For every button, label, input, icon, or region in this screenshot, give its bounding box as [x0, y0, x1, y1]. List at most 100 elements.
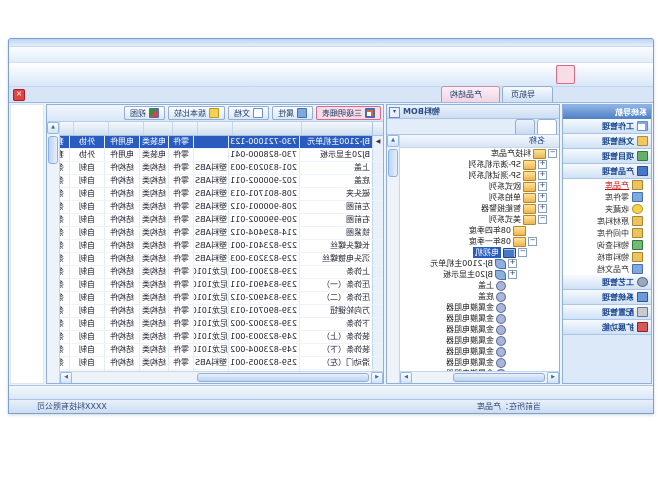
tree-node[interactable]: 电视机 — [400, 247, 559, 258]
expand-toggle-icon[interactable] — [538, 182, 547, 191]
tree-vertical-scrollbar[interactable]: ▲ — [387, 135, 400, 383]
table-row[interactable]: 万向轮键钮239-890701-013尼龙1010零件结构类结构件自制条 — [60, 305, 383, 318]
expand-toggle-icon[interactable] — [538, 171, 547, 180]
column-header[interactable] — [197, 122, 232, 135]
tree-node[interactable]: 金属膜电阻器 — [400, 346, 559, 357]
sidebar-entry[interactable]: 配置管理 — [563, 305, 651, 320]
scroll-left-icon[interactable]: ◀ — [371, 372, 383, 384]
scroll-up-icon[interactable]: ▲ — [47, 122, 59, 134]
globe-green-icon[interactable] — [579, 65, 598, 84]
table-row[interactable]: 上饰条239-823001-001尼龙1010零件结构类结构件自制条 — [60, 266, 383, 279]
menu-item[interactable] — [551, 54, 565, 56]
document-tab[interactable]: 产品结构 — [441, 86, 500, 102]
tree-node[interactable]: 科技产品库 — [400, 148, 559, 159]
sidebar-entry[interactable]: 中间件库 — [563, 227, 651, 239]
expand-toggle-icon[interactable] — [528, 237, 537, 246]
menu-item[interactable] — [567, 54, 581, 56]
table-row[interactable]: 装饰条（上）249-823003-001尼龙1010零件结构类结构件自制条 — [60, 331, 383, 344]
chevron-down-icon[interactable]: ▾ — [389, 107, 400, 118]
expand-toggle-icon[interactable] — [538, 160, 547, 169]
window-calendar-icon-3[interactable] — [464, 65, 483, 84]
table-hscroll-thumb[interactable] — [197, 373, 369, 382]
column-header[interactable] — [172, 122, 197, 135]
table-horizontal-scrollbar[interactable]: ◀ ▶ — [60, 371, 383, 383]
sidebar-entry[interactable]: 原材料库 — [563, 215, 651, 227]
grid-view-icon[interactable] — [533, 65, 552, 84]
table-row[interactable]: 沉头电镀螺丝229-823203-003塑料ABS零件结构类结构件自制条 — [60, 253, 383, 266]
table-row[interactable]: BJ20主显示板730-828000-041零件电装类电用件外协套 — [60, 149, 383, 162]
stats-chart-icon[interactable] — [602, 65, 621, 84]
scroll-left-icon[interactable]: ◀ — [547, 372, 559, 384]
sidebar-entry[interactable]: 工艺管理 — [563, 275, 651, 290]
tree-node[interactable]: 金属膜电阻器 — [400, 357, 559, 368]
column-header[interactable] — [232, 122, 301, 135]
sidebar-entry[interactable]: 物料查询 — [563, 239, 651, 251]
table-row[interactable]: 右前圈209-990002-011塑料ABS零件结构类结构件自制条 — [60, 214, 383, 227]
expand-toggle-icon[interactable] — [508, 314, 517, 323]
close-icon[interactable]: × — [13, 89, 25, 101]
expand-toggle-icon[interactable] — [538, 215, 547, 224]
tree-node[interactable]: 欧式系列 — [400, 181, 559, 192]
table-row[interactable]: 左前圈208-900001-012塑料ABS零件结构类结构件自制条 — [60, 201, 383, 214]
column-header[interactable] — [60, 122, 73, 135]
tree-node[interactable]: BJ20主显示板 — [400, 269, 559, 280]
window-calendar-icon-1[interactable] — [510, 65, 529, 84]
tree-vscroll-thumb[interactable] — [388, 149, 398, 177]
expand-toggle-icon[interactable] — [518, 248, 527, 257]
sidebar-entry[interactable]: 系统管理 — [563, 290, 651, 305]
menu-item[interactable] — [583, 54, 597, 56]
tree-node[interactable]: 上盖 — [400, 280, 559, 291]
tree-node[interactable]: SP-演示机系列 — [400, 159, 559, 170]
title-bar[interactable] — [9, 39, 653, 47]
version-tab[interactable] — [537, 119, 557, 134]
column-header[interactable] — [73, 122, 108, 135]
bom-toolbar-button[interactable]: 文档 — [228, 106, 269, 120]
table-row[interactable]: 上盖201-830203-003塑料ABS零件结构类结构件自制条 — [60, 162, 383, 175]
expand-toggle-icon[interactable] — [508, 292, 517, 301]
version-tab[interactable] — [515, 119, 535, 134]
menu-item[interactable] — [599, 54, 613, 56]
sidebar-entry[interactable]: 物料审核 — [563, 251, 651, 263]
document-tab[interactable]: 导航页 — [502, 86, 553, 102]
table-row[interactable]: 底盖202-900002-011塑料ABS零件结构类结构件自制条 — [60, 175, 383, 188]
tree-node[interactable]: 金属膜电阻器 — [400, 313, 559, 324]
bom-toolbar-button[interactable]: 版本比较 — [168, 106, 225, 120]
tree-node[interactable]: 底盖 — [400, 291, 559, 302]
table-row[interactable]: 压饰条（一）239-834901-011尼龙1010零件结构类结构件自制条 — [60, 279, 383, 292]
column-header[interactable] — [108, 122, 143, 135]
expand-toggle-icon[interactable] — [508, 281, 517, 290]
expand-toggle-icon[interactable] — [548, 149, 557, 158]
logout-icon[interactable] — [395, 65, 414, 84]
window-calendar-icon-2[interactable] — [487, 65, 506, 84]
table-row[interactable]: 磁头夹208-801701-013塑料ABS零件结构类结构件自制条 — [60, 188, 383, 201]
bom-toolbar-button[interactable]: 属性 — [272, 106, 313, 120]
expand-toggle-icon[interactable] — [508, 336, 517, 345]
tree-node[interactable]: 美式系列 — [400, 214, 559, 225]
scroll-right-icon[interactable]: ▶ — [400, 372, 412, 384]
table-vscroll-thumb[interactable] — [48, 136, 58, 164]
table-vertical-scrollbar[interactable]: ▲ — [47, 122, 60, 383]
sidebar-entry[interactable]: 产品管理 — [563, 164, 651, 179]
tree-node[interactable]: 金属膜电阻器 — [400, 302, 559, 313]
sidebar-entry[interactable]: 工作管理 — [563, 119, 651, 134]
sidebar-entry[interactable]: 收藏夹 — [563, 203, 651, 215]
tree-node[interactable]: 金属膜电阻器 — [400, 324, 559, 335]
table-row[interactable]: BJ-2100主机单元730-721000-123零件电装类电用件外协套 — [60, 136, 383, 149]
expand-toggle-icon[interactable] — [508, 259, 517, 268]
expand-toggle-icon[interactable] — [508, 325, 517, 334]
expand-toggle-icon[interactable] — [528, 226, 537, 235]
column-header[interactable] — [301, 122, 372, 135]
tree-node[interactable]: BJ-2100主机单元 — [400, 258, 559, 269]
sidebar-entry[interactable]: 文档管理 — [563, 134, 651, 149]
tree-hscroll-thumb[interactable] — [453, 373, 545, 382]
sidebar-entry[interactable]: 产品文档 — [563, 263, 651, 275]
sidebar-entry[interactable]: 项目管理 — [563, 149, 651, 164]
expand-toggle-icon[interactable] — [538, 204, 547, 213]
expand-toggle-icon[interactable] — [538, 193, 547, 202]
folder-open-icon[interactable] — [556, 65, 575, 84]
expand-toggle-icon[interactable] — [508, 303, 517, 312]
table-row[interactable]: 锁紧圈214-829404-012塑料ABS零件结构类结构件自制条 — [60, 227, 383, 240]
column-header[interactable] — [143, 122, 172, 135]
expand-toggle-icon[interactable] — [508, 347, 517, 356]
bom-toolbar-button[interactable]: 视图 — [124, 106, 165, 120]
